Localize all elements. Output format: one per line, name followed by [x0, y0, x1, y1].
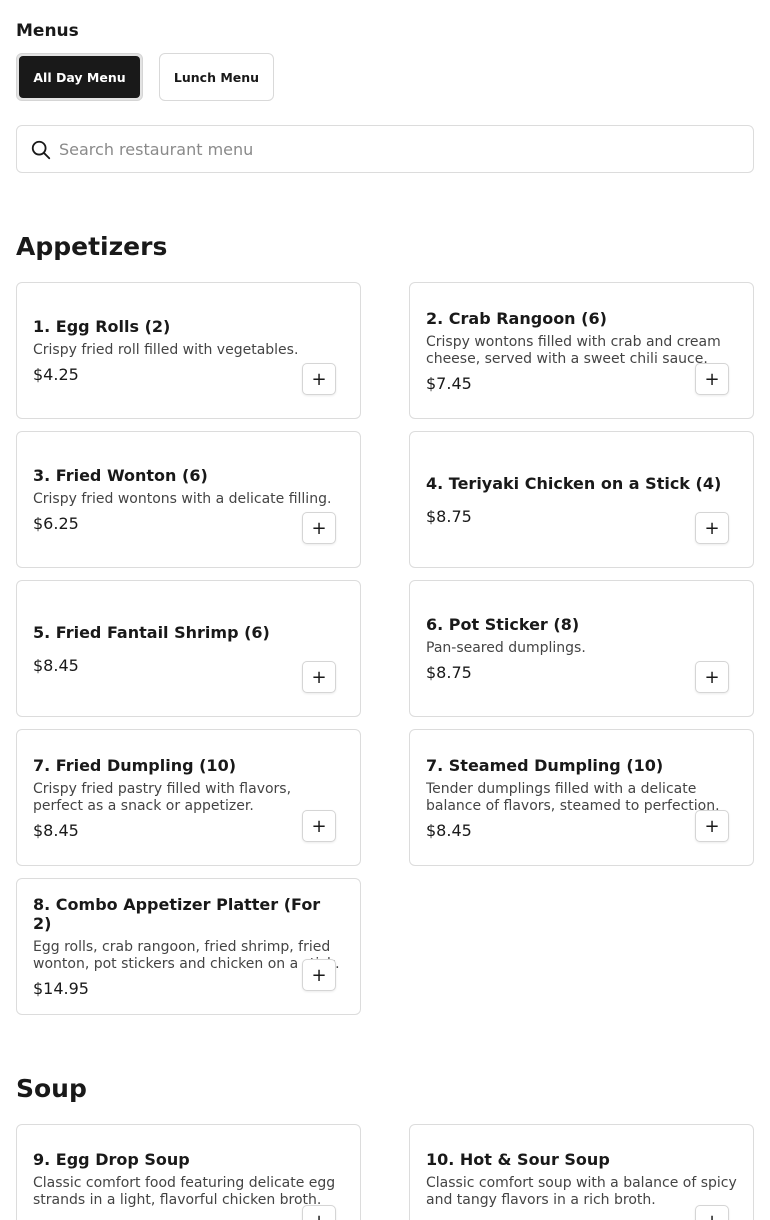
plus-icon: + [311, 1211, 326, 1220]
plus-icon: + [311, 368, 327, 390]
menus-heading: Menus [16, 21, 79, 41]
item-price: $4.25 [33, 365, 79, 384]
menu-item-card[interactable]: 9. Egg Drop Soup Classic comfort food fe… [16, 1124, 361, 1220]
add-item-button[interactable]: + [695, 810, 729, 842]
item-name: 8. Combo Appetizer Platter (For 2) [33, 895, 321, 933]
tab-all-day-menu[interactable]: All Day Menu [16, 53, 143, 101]
tab-lunch-menu[interactable]: Lunch Menu [159, 53, 274, 101]
plus-icon: + [704, 517, 720, 539]
item-price: $8.75 [426, 506, 472, 526]
plus-icon: + [311, 815, 327, 837]
menu-page: Menus All Day Menu Lunch Menu Appetizers… [0, 0, 770, 1220]
add-item-button[interactable]: + [695, 661, 729, 693]
section-title-soup: Soup [16, 1074, 87, 1103]
item-name: 4. Teriyaki Chicken on a Stick (4) [426, 473, 722, 493]
item-price: $6.25 [33, 514, 79, 533]
plus-icon: + [704, 815, 720, 837]
add-item-button[interactable]: + [302, 959, 336, 991]
menu-item-card[interactable]: 10. Hot & Sour Soup Classic comfort soup… [409, 1124, 754, 1220]
plus-icon: + [704, 666, 720, 688]
menu-item-card[interactable]: 2. Crab Rangoon (6) Crispy wontons fille… [409, 282, 754, 419]
plus-icon: + [311, 517, 327, 539]
tab-all-day-menu-label: All Day Menu [19, 56, 140, 98]
item-price: $8.75 [426, 663, 472, 682]
item-name: 6. Pot Sticker (8) [426, 615, 580, 634]
menu-item-card[interactable]: 8. Combo Appetizer Platter (For 2) Egg r… [16, 878, 361, 1015]
menu-item-card[interactable]: 6. Pot Sticker (8) Pan-seared dumplings.… [409, 580, 754, 717]
add-item-button[interactable]: + [695, 1205, 729, 1220]
add-item-button[interactable]: + [302, 512, 336, 544]
menu-item-card[interactable]: 3. Fried Wonton (6) Crispy fried wontons… [16, 431, 361, 568]
item-description: Tender dumplings filled with a delicate … [426, 780, 720, 814]
item-description: Crispy fried wontons with a delicate fil… [33, 491, 332, 507]
plus-icon: + [704, 368, 720, 390]
item-name: 9. Egg Drop Soup [33, 1150, 190, 1169]
plus-icon: + [704, 1211, 719, 1220]
item-price: $7.45 [426, 373, 472, 393]
item-description: Egg rolls, crab rangoon, fried shrimp, f… [33, 939, 340, 972]
add-item-button[interactable]: + [302, 363, 336, 395]
item-description: Crispy fried pastry filled with flavors,… [33, 780, 292, 814]
item-name: 7. Steamed Dumpling (10) [426, 755, 664, 775]
item-description: Pan-seared dumplings. [426, 640, 586, 656]
add-item-button[interactable]: + [695, 363, 729, 395]
menu-item-card[interactable]: 1. Egg Rolls (2) Crispy fried roll fille… [16, 282, 361, 419]
item-name: 10. Hot & Sour Soup [426, 1150, 610, 1169]
item-description: Crispy wontons filled with crab and crea… [426, 333, 721, 367]
add-item-button[interactable]: + [302, 1205, 336, 1220]
menu-item-card[interactable]: 4. Teriyaki Chicken on a Stick (4) $8.75… [409, 431, 754, 568]
item-name: 5. Fried Fantail Shrimp (6) [33, 622, 270, 642]
search-input[interactable] [59, 126, 739, 172]
plus-icon: + [311, 964, 327, 986]
item-price: $14.95 [33, 979, 89, 998]
item-description: Classic comfort food featuring delicate … [33, 1175, 336, 1208]
search-icon [31, 140, 51, 160]
item-price: $8.45 [33, 820, 79, 840]
section-title-appetizers: Appetizers [16, 232, 168, 261]
item-name: 1. Egg Rolls (2) [33, 317, 171, 336]
add-item-button[interactable]: + [695, 512, 729, 544]
item-description: Classic comfort soup with a balance of s… [426, 1175, 737, 1208]
item-name: 7. Fried Dumpling (10) [33, 755, 237, 775]
search-box[interactable] [16, 125, 754, 173]
menu-item-card[interactable]: 7. Fried Dumpling (10) Crispy fried past… [16, 729, 361, 866]
item-description: Crispy fried roll filled with vegetables… [33, 342, 299, 358]
item-name: 2. Crab Rangoon (6) [426, 308, 607, 328]
item-name: 3. Fried Wonton (6) [33, 466, 208, 485]
menu-item-card[interactable]: 5. Fried Fantail Shrimp (6) $8.45 + [16, 580, 361, 717]
add-item-button[interactable]: + [302, 661, 336, 693]
menu-item-card[interactable]: 7. Steamed Dumpling (10) Tender dumpling… [409, 729, 754, 866]
item-price: $8.45 [426, 820, 472, 840]
plus-icon: + [311, 666, 327, 688]
item-price: $8.45 [33, 655, 79, 675]
add-item-button[interactable]: + [302, 810, 336, 842]
